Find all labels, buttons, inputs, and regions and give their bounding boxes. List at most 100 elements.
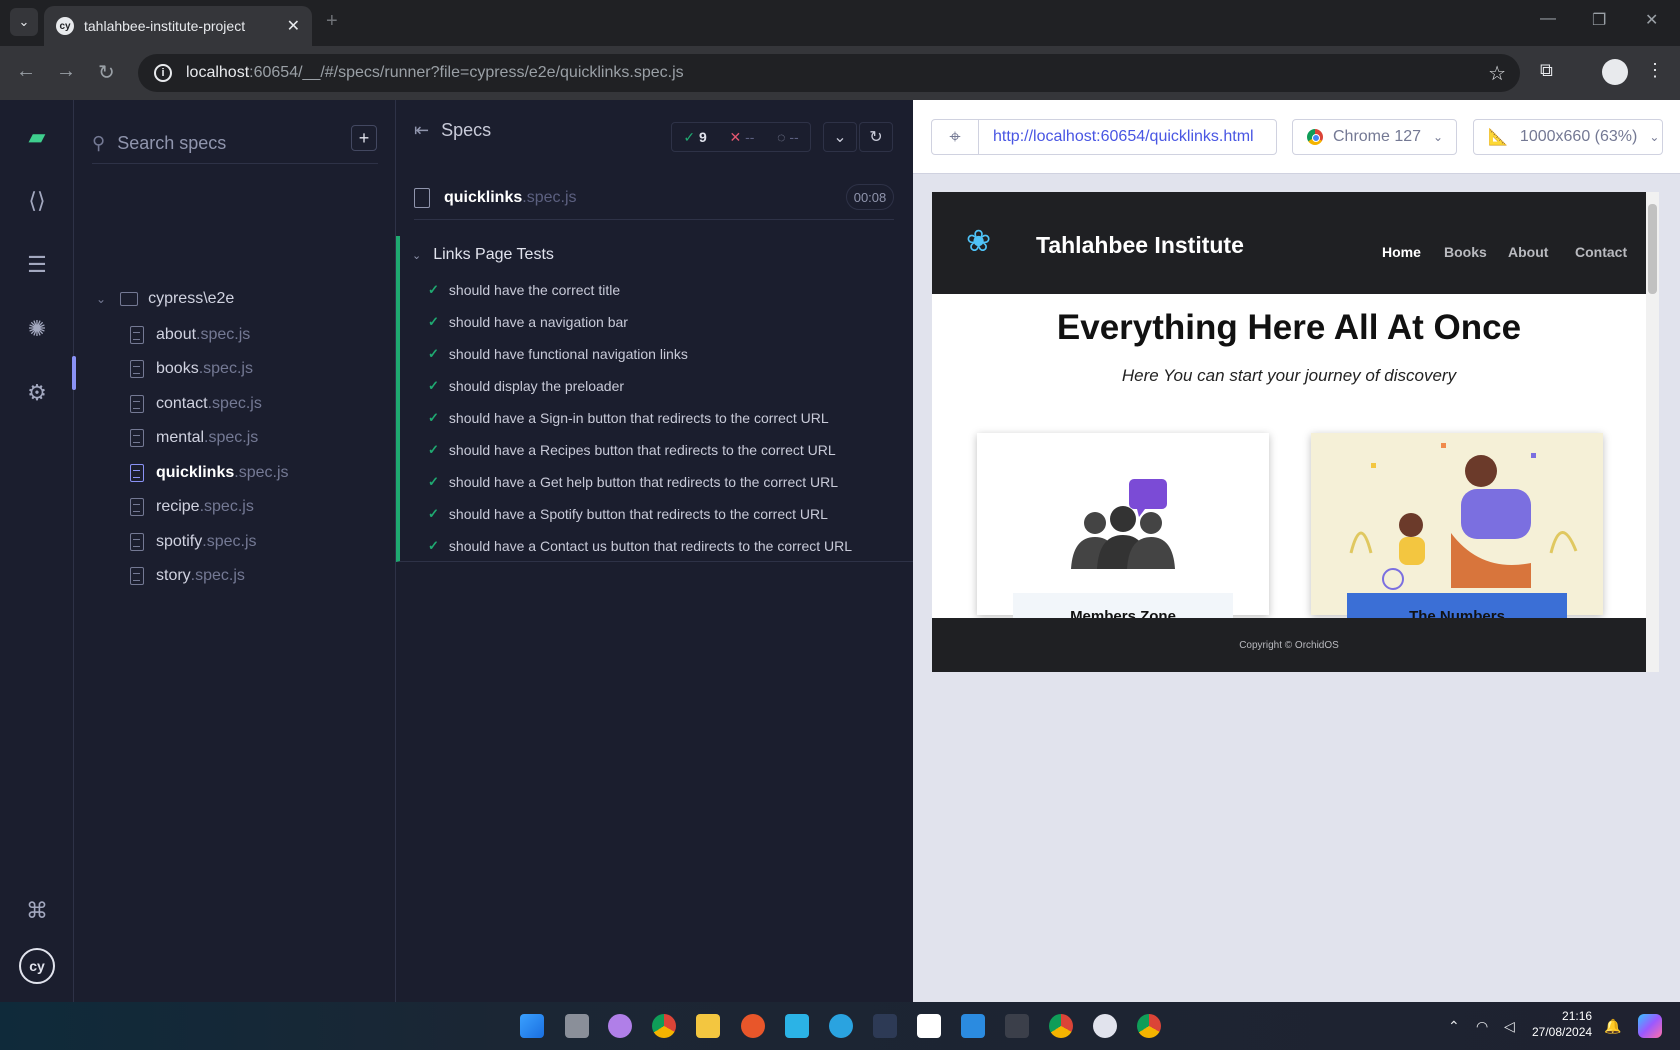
rerun-tests-icon[interactable]: ↻ <box>859 122 893 152</box>
spec-item-contact[interactable]: contact .spec.js <box>130 389 262 419</box>
aut-url[interactable]: http://localhost:60654/quicklinks.html <box>978 119 1277 155</box>
volume-icon[interactable]: ◁ <box>1504 1018 1515 1035</box>
reload-icon[interactable]: ↻ <box>98 60 115 85</box>
copilot-icon[interactable] <box>1638 1014 1662 1038</box>
test-row[interactable]: ✓ should have the correct title <box>428 282 620 298</box>
numbers-card[interactable]: The Numbers <box>1311 433 1603 625</box>
store-icon[interactable] <box>785 1014 809 1038</box>
suite-toggle[interactable]: ⌄ Links Page Tests <box>412 246 554 264</box>
nav-about[interactable]: About <box>1508 244 1548 260</box>
check-icon: ✓ <box>428 442 439 457</box>
test-title: should have functional navigation links <box>448 346 688 362</box>
search-specs[interactable]: ⚲ Search specs <box>92 124 378 164</box>
spec-name: recipe <box>156 498 200 515</box>
chrome-logo-icon <box>1307 129 1323 145</box>
test-suite: ⌄ Links Page Tests ✓ should have the corr… <box>396 236 913 562</box>
runs-nav-icon[interactable]: ☰ <box>22 250 52 280</box>
spec-item-books[interactable]: books .spec.js <box>130 354 253 384</box>
chevron-up-icon[interactable]: ⌃ <box>1448 1018 1460 1035</box>
address-bar[interactable]: i localhost :60654/__/#/specs/runner?fil… <box>138 54 1520 92</box>
nav-home[interactable]: Home <box>1382 244 1421 260</box>
browser-tab[interactable]: cy tahlahbee-institute-project ✕ <box>44 6 312 46</box>
check-icon: ✓ <box>428 506 439 521</box>
spec-item-recipe[interactable]: recipe .spec.js <box>130 492 254 522</box>
app-icon[interactable] <box>917 1014 941 1038</box>
telegram-icon[interactable] <box>829 1014 853 1038</box>
debug-bug-icon[interactable]: ✺ <box>22 314 52 344</box>
check-icon: ✓ <box>428 282 439 297</box>
check-icon: ✓ <box>428 474 439 489</box>
test-title: should have a navigation bar <box>448 314 628 330</box>
spec-item-spotify[interactable]: spotify .spec.js <box>130 527 257 557</box>
keyboard-shortcuts-icon[interactable]: ⌘ <box>22 896 52 926</box>
file-explorer-icon[interactable] <box>696 1014 720 1038</box>
test-title: should have the correct title <box>448 282 621 298</box>
minimize-icon[interactable]: — <box>1540 10 1556 28</box>
cypress-logo-icon[interactable]: cy <box>19 948 55 984</box>
members-card[interactable]: Members Zone <box>977 433 1269 625</box>
test-row[interactable]: ✓ should have a Get help button that redi… <box>428 474 838 490</box>
spec-name: story <box>156 567 191 584</box>
task-view-icon[interactable] <box>565 1014 589 1038</box>
app-icon[interactable] <box>741 1014 765 1038</box>
test-row[interactable]: ✓ should display the preloader <box>428 378 624 394</box>
check-icon: ✓ <box>428 378 439 393</box>
close-tab-icon[interactable]: ✕ <box>287 16 300 36</box>
back-icon[interactable]: ← <box>16 60 36 83</box>
spec-item-quicklinks[interactable]: quicklinks .spec.js <box>130 458 289 488</box>
test-row[interactable]: ✓ should have a navigation bar <box>428 314 628 330</box>
nav-books[interactable]: Books <box>1444 244 1487 260</box>
profile-avatar[interactable] <box>1602 59 1628 85</box>
start-menu-icon[interactable] <box>520 1014 544 1038</box>
browser-selector[interactable]: Chrome 127 ⌄ <box>1292 119 1457 155</box>
test-row[interactable]: ✓ should have a Spotify button that redir… <box>428 506 828 522</box>
specs-toggle[interactable]: ⇤ Specs <box>414 120 491 141</box>
test-title: should display the preloader <box>448 378 625 394</box>
tab-search-button[interactable]: ⌄ <box>10 8 38 36</box>
site-info-icon[interactable]: i <box>154 64 172 82</box>
notification-bell-icon[interactable]: 🔔 <box>1604 1018 1621 1035</box>
chrome-icon[interactable] <box>652 1014 676 1038</box>
specs-nav-icon[interactable]: ⟨⟩ <box>22 186 52 216</box>
system-clock[interactable]: 21:16 27/08/2024 <box>1532 1008 1592 1040</box>
test-row[interactable]: ✓ should have functional navigation links <box>428 346 688 362</box>
terminal-icon[interactable] <box>873 1014 897 1038</box>
github-desktop-icon[interactable] <box>608 1014 632 1038</box>
aut-scrollbar[interactable] <box>1646 192 1659 672</box>
spec-item-mental[interactable]: mental .spec.js <box>130 423 258 453</box>
close-window-icon[interactable]: ✕ <box>1645 10 1658 30</box>
selector-playground-crosshair-icon[interactable]: ⌖ <box>931 119 979 155</box>
viewport-info[interactable]: 📐 1000x660 (63%) ⌄ <box>1473 119 1663 155</box>
forward-icon[interactable]: → <box>56 60 76 83</box>
project-logo-icon[interactable]: ▰ <box>22 122 52 152</box>
test-row[interactable]: ✓ should have a Recipes button that redir… <box>428 442 836 458</box>
aut-iframe: ❀ Tahlahbee Institute Home Books About C… <box>932 192 1646 672</box>
spec-ext: .spec.js <box>207 395 262 412</box>
folder-row[interactable]: ⌄ cypress\e2e <box>96 290 234 308</box>
spec-item-story[interactable]: story .spec.js <box>130 561 245 591</box>
cypress-icon[interactable] <box>1093 1014 1117 1038</box>
search-input[interactable]: Search specs <box>117 133 226 154</box>
bookmark-star-icon[interactable]: ☆ <box>1488 61 1506 86</box>
scroll-thumb[interactable] <box>1648 204 1657 294</box>
chrome-icon[interactable] <box>1049 1014 1073 1038</box>
spec-item-about[interactable]: about .spec.js <box>130 320 250 350</box>
chrome-icon[interactable] <box>1137 1014 1161 1038</box>
spec-ext: .spec.js <box>198 360 253 377</box>
nav-contact[interactable]: Contact <box>1575 244 1627 260</box>
settings-gear-icon[interactable]: ⚙ <box>22 378 52 408</box>
test-row[interactable]: ✓ should have a Sign-in button that redir… <box>428 410 829 426</box>
add-spec-button[interactable]: + <box>351 125 377 151</box>
menu-kebab-icon[interactable]: ⋮ <box>1646 60 1664 81</box>
extensions-icon[interactable]: ⧉ <box>1540 60 1553 81</box>
reporter-header: Specs <box>441 120 492 140</box>
wifi-icon[interactable]: ◠ <box>1476 1018 1488 1035</box>
vscode-icon[interactable] <box>961 1014 985 1038</box>
restore-icon[interactable]: ❐ <box>1592 10 1606 30</box>
new-tab-icon[interactable]: + <box>326 10 338 33</box>
expand-all-chevron-icon[interactable]: ⌄ <box>823 122 857 152</box>
site-brand[interactable]: Tahlahbee Institute <box>1036 232 1244 259</box>
lotus-logo-icon[interactable]: ❀ <box>966 224 991 259</box>
test-row[interactable]: ✓ should have a Contact us button that re… <box>428 538 852 554</box>
console-icon[interactable] <box>1005 1014 1029 1038</box>
